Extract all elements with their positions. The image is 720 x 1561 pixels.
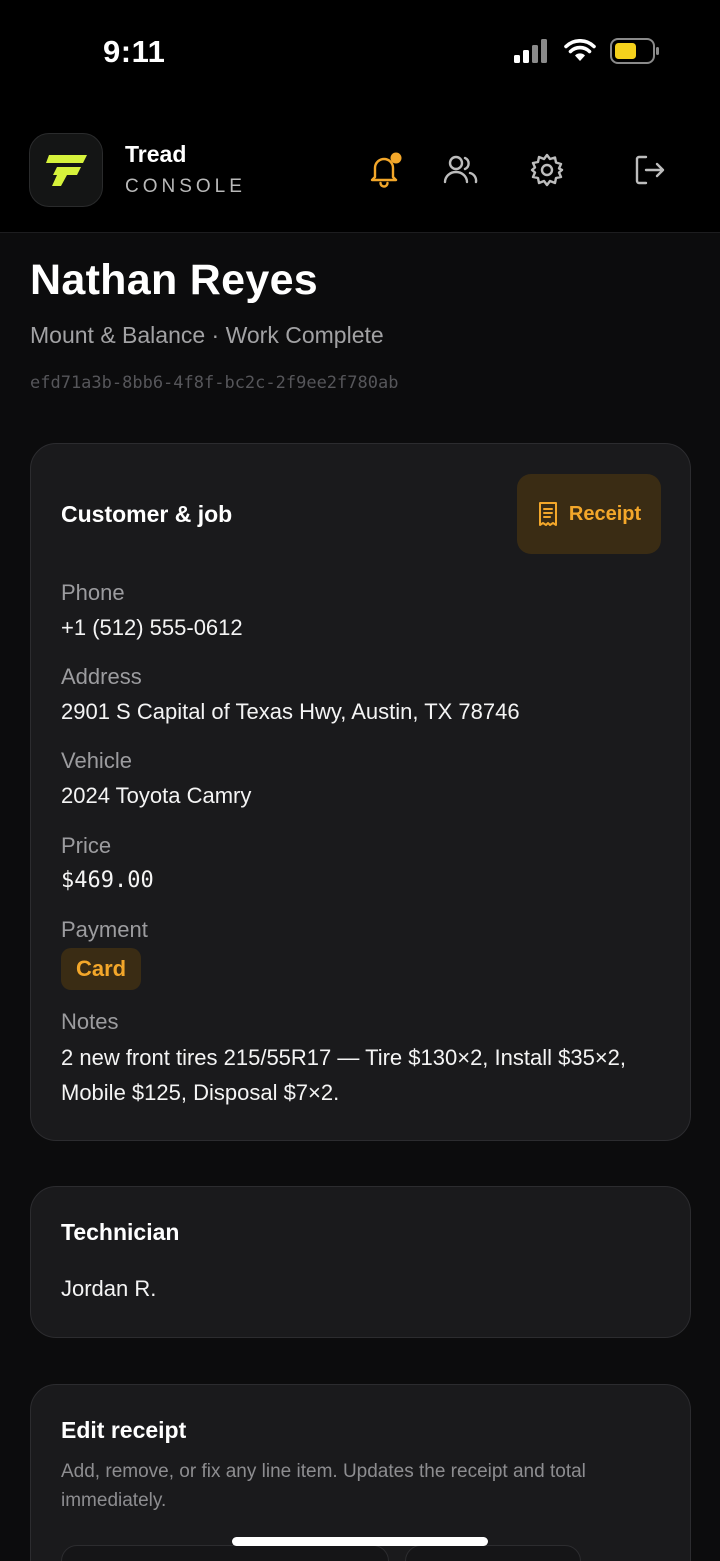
status-time: 9:11: [103, 34, 166, 69]
phone-label: Phone: [61, 580, 125, 605]
status-icons: [514, 38, 660, 64]
price-label: Price: [61, 833, 112, 858]
payment-badge: Card: [61, 948, 142, 990]
bell-icon: [370, 152, 402, 188]
notes-label: Notes: [61, 1009, 119, 1034]
address-label: Address: [61, 664, 142, 689]
tread-logo-icon: [46, 155, 87, 186]
address-value[interactable]: 2901 S Capital of Texas Hwy, Austin, TX …: [61, 699, 520, 725]
page-title: Nathan Reyes: [30, 256, 318, 304]
edit-receipt-description: Add, remove, or fix any line item. Updat…: [61, 1461, 586, 1511]
technician-name: Jordan R.: [61, 1276, 157, 1301]
signal-icon: [514, 39, 547, 63]
logout-icon: [635, 155, 665, 185]
price-value: $469.00: [61, 868, 154, 893]
customer-job-card: Customer & job Receipt Phone +1 (512) 55…: [30, 443, 691, 1141]
receipt-button[interactable]: Receipt: [517, 474, 661, 554]
users-icon: [443, 155, 478, 184]
app-header: Tread CONSOLE: [0, 105, 720, 233]
settings-button[interactable]: [526, 149, 568, 191]
job-status-line: Mount & Balance · Work Complete: [30, 322, 384, 348]
card-title: Edit receipt: [61, 1417, 187, 1443]
receipt-button-label: Receipt: [568, 502, 642, 525]
edit-receipt-card: Edit receipt Add, remove, or fix any lin…: [30, 1384, 691, 1561]
line-item-input[interactable]: [61, 1545, 389, 1561]
notifications-button[interactable]: [363, 149, 405, 191]
gear-icon: [530, 153, 564, 187]
wifi-icon: [564, 39, 596, 61]
vehicle-value: 2024 Toyota Camry: [61, 783, 252, 808]
payment-label: Payment: [61, 917, 148, 942]
battery-icon: [610, 38, 659, 64]
brand-subtitle: CONSOLE: [125, 176, 246, 197]
job-id: efd71a3b-8bb6-4f8f-bc2c-2f9ee2f780ab: [30, 373, 399, 393]
app-logo: [29, 133, 103, 207]
notes-value: 2 new front tires 215/55R17 — Tire $130×…: [61, 1045, 627, 1105]
card-title: Customer & job: [61, 501, 233, 527]
vehicle-label: Vehicle: [61, 748, 132, 773]
team-button[interactable]: [439, 149, 481, 191]
logout-button[interactable]: [629, 149, 671, 191]
card-title: Technician: [61, 1219, 180, 1245]
receipt-icon: [538, 502, 557, 526]
technician-card: Technician Jordan R.: [30, 1186, 691, 1338]
brand-name: Tread: [125, 141, 187, 167]
phone-value[interactable]: +1 (512) 555-0612: [61, 615, 243, 641]
line-item-amount-input[interactable]: [405, 1545, 581, 1561]
status-bar: 9:11: [0, 0, 720, 105]
home-indicator[interactable]: [232, 1537, 488, 1546]
